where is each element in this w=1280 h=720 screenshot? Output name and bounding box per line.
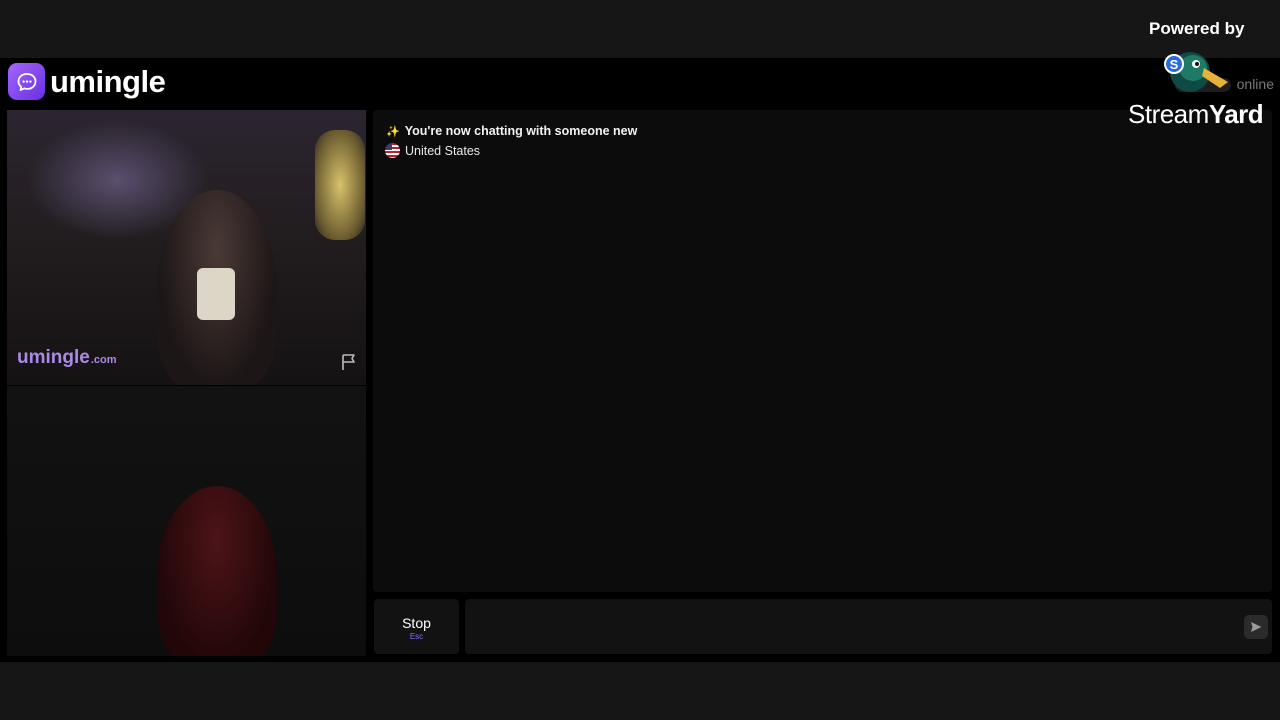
flag-icon[interactable] (338, 351, 360, 373)
stream-frame-top (0, 0, 1280, 58)
stop-shortcut: Esc (409, 632, 424, 641)
stranger-country: United States (385, 143, 480, 158)
stream-frame-bottom (0, 662, 1280, 720)
streamyard-logo-text: StreamYard (1128, 99, 1264, 129)
svg-text:S: S (1170, 57, 1179, 72)
chat-panel: ✨ You're now chatting with someone new Un… (373, 110, 1272, 592)
us-flag-icon (385, 143, 400, 158)
powered-by-label: Powered by (1149, 19, 1245, 38)
self-video (7, 386, 366, 656)
umingle-watermark: umingle.com (17, 347, 117, 368)
send-icon[interactable] (1244, 615, 1268, 639)
logo-text: umingle (50, 63, 166, 99)
chat-bubble-icon (8, 63, 45, 100)
online-label: online (1236, 76, 1274, 92)
header: umingle online (0, 58, 1280, 108)
stop-label: Stop (402, 615, 431, 631)
stranger-video: umingle.com (7, 110, 366, 385)
message-input[interactable] (465, 599, 1272, 654)
self-figure (157, 486, 277, 656)
sparkle-icon: ✨ (386, 126, 400, 138)
stop-button[interactable]: Stop Esc (374, 599, 459, 654)
streamyard-duck-icon: S (1160, 46, 1230, 103)
logo[interactable]: umingle (8, 63, 166, 100)
status-message: ✨ You're now chatting with someone new (386, 124, 638, 138)
umingle-app: umingle online umingle.com ✨ You're now c… (0, 58, 1280, 662)
lamp-shape (315, 130, 365, 240)
phone-shape (197, 268, 235, 320)
